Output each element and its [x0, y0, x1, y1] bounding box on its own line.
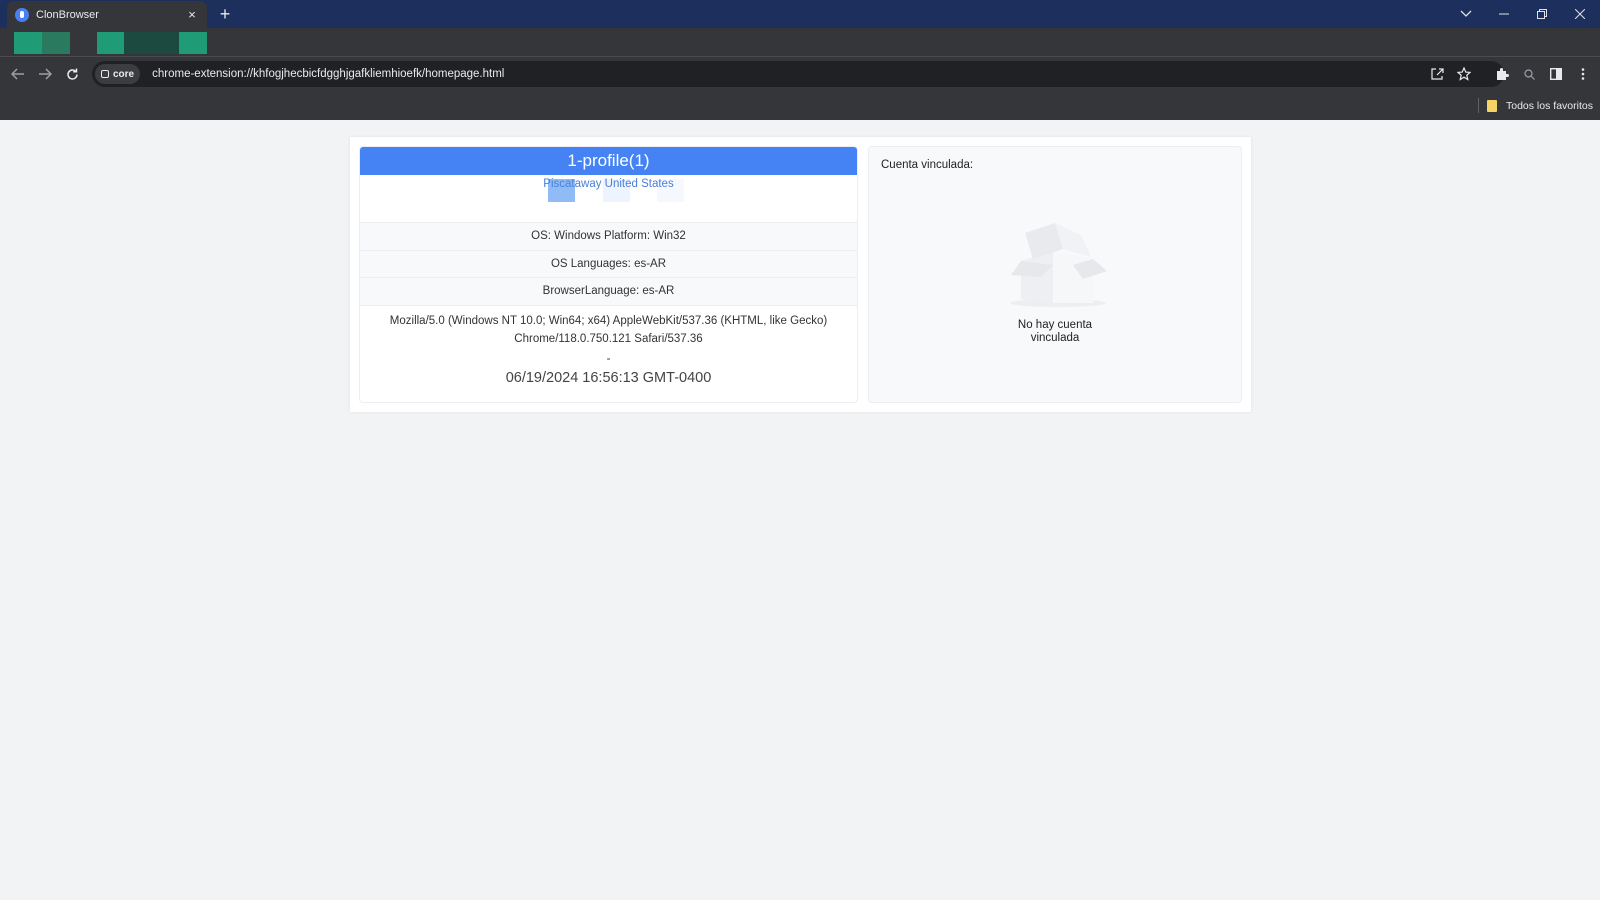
tab-title: ClonBrowser: [36, 8, 99, 21]
color-swatch: [179, 32, 207, 54]
os-languages-row: OS Languages: es-AR: [360, 249, 857, 277]
folder-icon: [1487, 99, 1497, 112]
os-row: OS: Windows Platform: Win32: [360, 222, 857, 250]
tab-search-chevron-icon[interactable]: [1447, 0, 1485, 28]
empty-box-icon: [1010, 223, 1107, 307]
share-icon[interactable]: [1426, 63, 1448, 85]
restore-icon[interactable]: [1523, 0, 1561, 28]
extension-chip[interactable]: core: [95, 64, 141, 84]
zoom-icon[interactable]: [1518, 63, 1540, 85]
user-agent-line-2: Chrome/118.0.750.121 Safari/537.36: [514, 332, 703, 345]
user-agent-line-1: Mozilla/5.0 (Windows NT 10.0; Win64; x64…: [389, 314, 828, 327]
reload-icon[interactable]: [61, 63, 83, 85]
profile-info-panel: 1-profile(1) Piscataway United States OS…: [359, 146, 858, 403]
bookmarks-bar: Todos los favoritos: [0, 91, 1600, 120]
new-tab-button[interactable]: +: [214, 3, 236, 25]
address-bar[interactable]: core chrome-extension://khfogjhecbicfdgg…: [92, 61, 1504, 87]
color-swatch: [124, 32, 179, 54]
tab-strip: ClonBrowser × +: [0, 0, 1600, 28]
puzzle-piece-icon: [101, 70, 109, 78]
profile-card: 1-profile(1) Piscataway United States OS…: [350, 137, 1251, 412]
browser-language-row: BrowserLanguage: es-AR: [360, 277, 857, 305]
tab-close-icon[interactable]: ×: [185, 7, 199, 22]
linked-account-panel: Cuenta vinculada: No hay cuenta vinculad…: [868, 146, 1242, 403]
timestamp-text: 06/19/2024 16:56:13 GMT-0400: [505, 369, 712, 386]
color-swatch: [97, 32, 124, 54]
linked-account-title: Cuenta vinculada:: [881, 159, 974, 171]
url-text[interactable]: chrome-extension://khfogjhecbicfdgghjgaf…: [152, 68, 504, 80]
tab-clonbrowser[interactable]: ClonBrowser ×: [7, 1, 207, 28]
minimize-icon[interactable]: [1485, 0, 1523, 28]
back-arrow-icon[interactable]: [7, 63, 29, 85]
side-panel-icon[interactable]: [1545, 63, 1567, 85]
forward-arrow-icon[interactable]: [34, 63, 56, 85]
bookmarks-divider: [1478, 98, 1479, 113]
extension-chip-label: core: [113, 68, 135, 80]
color-swatch: [42, 32, 70, 54]
no-linked-account-line-2: vinculada: [1030, 332, 1080, 344]
location-link[interactable]: Piscataway United States: [360, 178, 857, 190]
bookmark-star-icon[interactable]: [1453, 63, 1475, 85]
color-swatch: [14, 32, 42, 54]
no-linked-account-text: No hay cuenta vinculada: [989, 319, 1121, 345]
close-window-icon[interactable]: [1561, 0, 1599, 28]
color-strip-bar: [0, 28, 1600, 57]
profile-name-header: 1-profile(1): [360, 147, 857, 175]
clonbrowser-favicon-icon: [15, 7, 29, 22]
kebab-menu-icon[interactable]: [1572, 63, 1594, 85]
all-bookmarks-folder[interactable]: Todos los favoritos: [1487, 96, 1593, 115]
extensions-puzzle-icon[interactable]: [1491, 63, 1513, 85]
browser-toolbar: core chrome-extension://khfogjhecbicfdgg…: [0, 57, 1600, 91]
separator-dash: -: [606, 352, 611, 365]
no-linked-account-line-1: No hay cuenta: [1017, 319, 1093, 331]
user-agent-text: Mozilla/5.0 (Windows NT 10.0; Win64; x64…: [360, 304, 857, 351]
all-bookmarks-label: Todos los favoritos: [1506, 99, 1593, 112]
